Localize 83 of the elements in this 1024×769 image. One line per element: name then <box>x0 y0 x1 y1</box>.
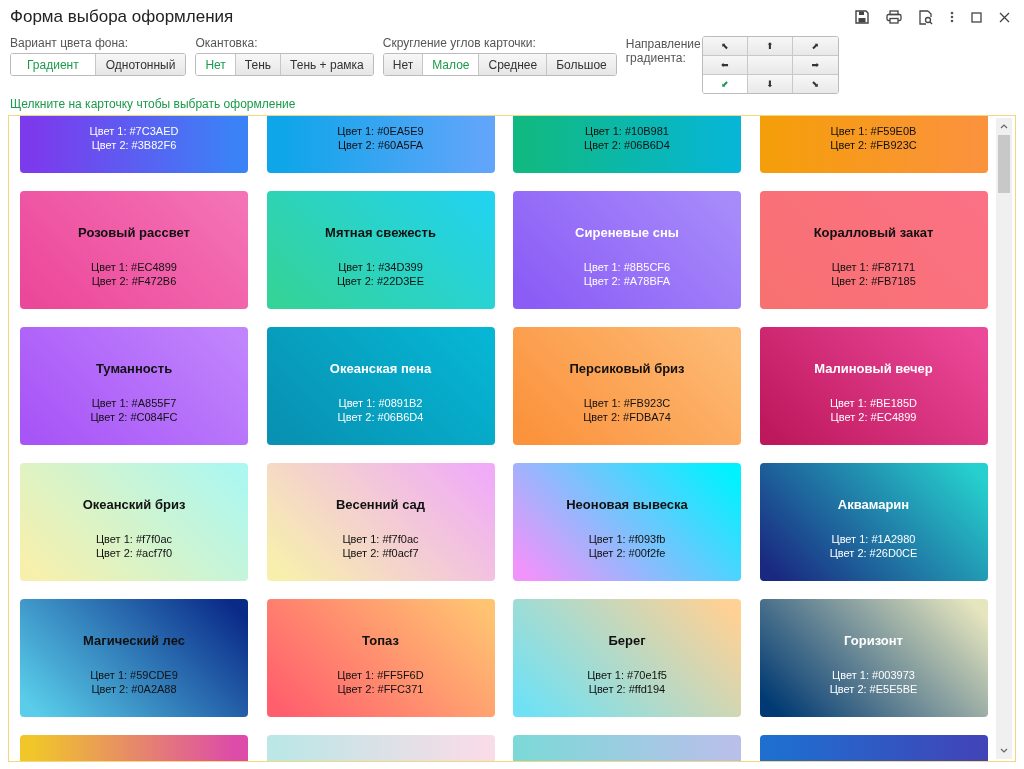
card-title: Малиновый вечер <box>814 361 933 376</box>
color-codes: Цвет 1: #f093fb Цвет 2: #00f2fe <box>588 532 666 560</box>
card-title: Берег <box>608 633 646 648</box>
theme-card[interactable]: Топаз Цвет 1: #FF5F6D Цвет 2: #FFC371 <box>266 599 495 717</box>
color-codes: Цвет 1: #BE185D Цвет 2: #EC4899 <box>830 396 917 424</box>
save-icon[interactable] <box>855 10 869 24</box>
color-codes: Цвет 1: #1A2980 Цвет 2: #26D0CE <box>829 532 918 560</box>
color-codes: Цвет 1: #F59E0B Цвет 2: #FB923C <box>830 124 917 152</box>
theme-card[interactable]: Розовый рассвет Цвет 1: #EC4899 Цвет 2: #F472B6 <box>20 191 248 309</box>
card-title: Персиковый бриз <box>569 361 685 376</box>
toggle-button[interactable]: Среднее <box>478 54 547 75</box>
color-codes: Цвет 1: #f7f0ac Цвет 2: #acf7f0 <box>96 532 172 560</box>
color-codes: Цвет 1: #8B5CF6 Цвет 2: #A78BFA <box>583 260 671 288</box>
toggle-button[interactable]: Большое <box>546 54 616 75</box>
group-label: Скругление углов карточки: <box>382 36 537 50</box>
card-title: Весенний сад <box>335 497 426 512</box>
theme-card[interactable]: Малиновый вечер Цвет 1: #BE185D Цвет 2: #EC4899 <box>759 327 988 445</box>
theme-card[interactable]: Океанский бриз Цвет 1: #f7f0ac Цвет 2: #acf7f0 <box>20 463 248 581</box>
theme-card[interactable]: Цвет 1: #0EA5E9 Цвет 2: #60A5FA <box>266 116 495 173</box>
scroll-thumb[interactable] <box>998 135 1010 193</box>
card-title: Розовый рассвет <box>78 225 190 240</box>
card-title: Горизонт <box>844 633 903 648</box>
theme-card[interactable]: Горизонт Цвет 1: #003973 Цвет 2: #E5E5BE <box>759 599 988 717</box>
theme-card[interactable]: Мятная свежесть Цвет 1: #34D399 Цвет 2: #22D3EE <box>266 191 495 309</box>
color-codes: Цвет 1: #003973 Цвет 2: #E5E5BE <box>829 668 918 696</box>
color-codes: Цвет 1: #f7f0ac Цвет 2: #f0acf7 <box>342 532 419 560</box>
color-codes: Цвет 1: #59CDE9 Цвет 2: #0A2A88 <box>90 668 178 696</box>
theme-card[interactable]: Сиреневые сны Цвет 1: #8B5CF6 Цвет 2: #A78BFA <box>513 191 741 309</box>
group-label: Вариант цвета фона: <box>10 36 130 50</box>
color-codes: Цвет 1: #0891B2 Цвет 2: #06B6D4 <box>337 396 424 424</box>
theme-card[interactable]: Весенний сад Цвет 1: #f7f0ac Цвет 2: #f0acf7 <box>266 463 495 581</box>
window-title: Форма выбора оформления <box>10 7 234 27</box>
direction-button[interactable]: ⬈ <box>792 37 838 56</box>
card-title: Мятная свежесть <box>325 225 436 240</box>
card-title: Океанская пена <box>329 361 432 376</box>
theme-card[interactable]: Цвет 1: #F59E0B Цвет 2: #FB923C <box>759 116 988 173</box>
toggle-button[interactable]: Нет <box>383 54 423 75</box>
card-title: Сиреневые сны <box>575 225 679 240</box>
card-title: Океанский бриз <box>82 497 186 512</box>
color-codes: Цвет 1: #EC4899 Цвет 2: #F472B6 <box>91 260 177 288</box>
theme-card[interactable]: Коралловый закат Цвет 1: #F87171 Цвет 2: #FB7185 <box>759 191 988 309</box>
theme-card[interactable]: Цвет 1: #7C3AED Цвет 2: #3B82F6 <box>20 116 248 173</box>
group-label: Окантовка: <box>195 36 259 50</box>
toggle-button[interactable]: Тень + рамка <box>280 54 373 75</box>
preview-icon[interactable] <box>919 9 933 25</box>
theme-card[interactable]: Аквамарин Цвет 1: #1A2980 Цвет 2: #26D0CE <box>759 463 988 581</box>
color-codes: Цвет 1: #FB923C Цвет 2: #FDBA74 <box>583 396 671 424</box>
toggle-button[interactable]: Тень <box>234 54 281 75</box>
theme-card[interactable]: Неоновая вывеска Цвет 1: #f093fb Цвет 2: #00f2fe <box>513 463 741 581</box>
print-icon[interactable] <box>886 10 902 24</box>
theme-card[interactable]: Берег Цвет 1: #70e1f5 Цвет 2: #ffd194 <box>513 599 741 717</box>
direction-button[interactable]: ⬆ <box>747 37 793 56</box>
color-codes: Цвет 1: #70e1f5 Цвет 2: #ffd194 <box>587 668 667 696</box>
scroll-up-icon[interactable] <box>1000 124 1008 129</box>
direction-button[interactable]: ⬉ <box>702 37 748 56</box>
card-title: Аквамарин <box>837 497 910 512</box>
color-codes: Цвет 1: #FF5F6D Цвет 2: #FFC371 <box>337 668 424 696</box>
toggle-button[interactable]: Однотонный <box>94 54 186 75</box>
theme-card[interactable]: Магический лес Цвет 1: #59CDE9 Цвет 2: #0A2A88 <box>20 599 248 717</box>
color-codes: Цвет 1: #10B981 Цвет 2: #06B6D4 <box>584 124 670 152</box>
theme-card[interactable]: Туманность Цвет 1: #A855F7 Цвет 2: #C084FC <box>20 327 248 445</box>
color-codes: Цвет 1: #7C3AED Цвет 2: #3B82F6 <box>89 124 179 152</box>
color-codes: Цвет 1: #F87171 Цвет 2: #FB7185 <box>831 260 916 288</box>
card-title: Туманность <box>95 361 173 376</box>
direction-button[interactable]: ⬇ <box>747 75 793 93</box>
color-codes: Цвет 1: #A855F7 Цвет 2: #C084FC <box>90 396 178 424</box>
direction-button[interactable]: ⬋ <box>702 75 748 93</box>
direction-button[interactable]: ⬊ <box>792 75 838 93</box>
theme-card[interactable]: Цвет 1: #10B981 Цвет 2: #06B6D4 <box>513 116 741 173</box>
more-icon[interactable] <box>950 11 954 23</box>
card-title: Коралловый закат <box>813 225 934 240</box>
card-title: Магический лес <box>83 633 185 648</box>
maximize-icon[interactable] <box>971 11 982 23</box>
direction-button[interactable]: ⬅ <box>702 56 748 75</box>
card-title: Неоновая вывеска <box>566 497 688 512</box>
theme-card[interactable]: Персиковый бриз Цвет 1: #FB923C Цвет 2: #FDBA74 <box>513 327 741 445</box>
color-codes: Цвет 1: #0EA5E9 Цвет 2: #60A5FA <box>337 124 424 152</box>
color-codes: Цвет 1: #34D399 Цвет 2: #22D3EE <box>337 260 424 288</box>
hint-text: Щелкните на карточку чтобы выбрать оформление <box>9 96 297 113</box>
card-title: Топаз <box>362 633 399 648</box>
close-icon[interactable] <box>999 11 1010 23</box>
direction-button[interactable]: ➡ <box>792 56 838 75</box>
scroll-down-icon[interactable] <box>1000 748 1008 753</box>
